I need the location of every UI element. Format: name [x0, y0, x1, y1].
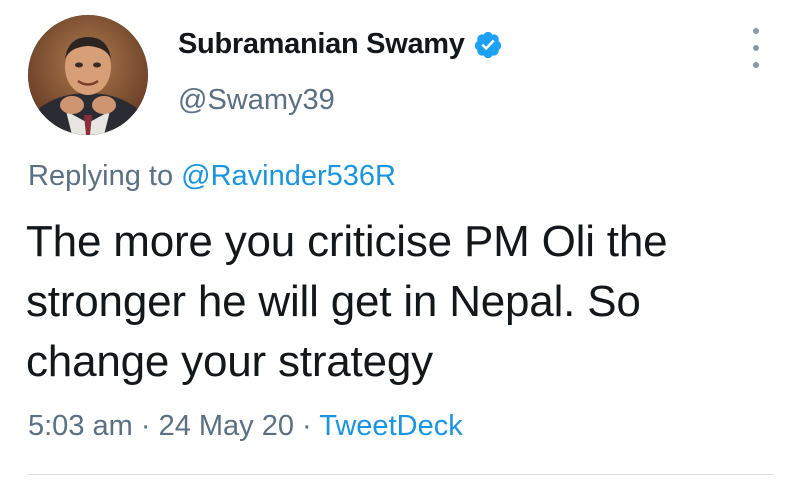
- tweet-card: Subramanian Swamy @Swamy39 Replying to @…: [0, 0, 800, 483]
- more-dot: [753, 45, 759, 51]
- meta-separator: ·: [132, 410, 159, 442]
- more-dot: [753, 28, 759, 34]
- avatar[interactable]: [28, 15, 148, 135]
- tweet-source-link[interactable]: TweetDeck: [319, 410, 462, 442]
- author-display-name[interactable]: Subramanian Swamy: [178, 28, 465, 61]
- divider: [28, 474, 773, 475]
- replying-to: Replying to @Ravinder536R: [28, 160, 396, 193]
- author-handle[interactable]: @Swamy39: [178, 84, 335, 117]
- reply-mention-link[interactable]: @Ravinder536R: [181, 160, 396, 192]
- avatar-photo: [28, 15, 148, 135]
- tweet-text: The more you criticise PM Oli the strong…: [26, 217, 668, 386]
- more-options-icon[interactable]: [744, 28, 768, 68]
- tweet-meta: 5:03 am · 24 May 20 · TweetDeck: [28, 410, 463, 443]
- meta-separator: ·: [294, 410, 320, 442]
- more-dot: [753, 62, 759, 68]
- verified-badge-icon: [473, 30, 503, 60]
- replying-to-label: Replying to: [28, 160, 182, 192]
- tweet-time[interactable]: 5:03 am: [28, 410, 133, 442]
- author-name-row: Subramanian Swamy: [178, 28, 503, 61]
- tweet-date[interactable]: 24 May 20: [159, 410, 294, 442]
